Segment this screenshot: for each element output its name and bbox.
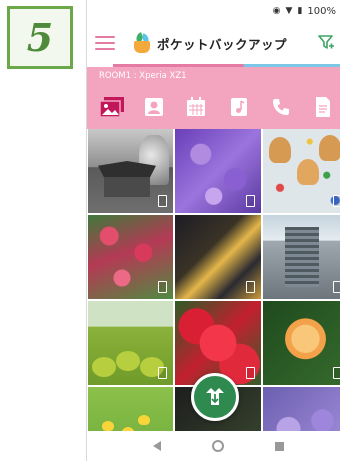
menu-icon[interactable] — [95, 36, 115, 50]
system-nav-bar — [87, 431, 340, 461]
app-logo-icon — [133, 32, 151, 53]
photo-tile[interactable] — [88, 215, 174, 299]
backup-fab[interactable] — [191, 373, 239, 421]
tab-calendar[interactable] — [181, 92, 211, 122]
photo-tile[interactable] — [88, 129, 174, 213]
tab-music[interactable] — [224, 92, 254, 122]
battery-text: 100% — [307, 5, 336, 17]
photo-icon — [99, 97, 125, 118]
photo-tile[interactable] — [175, 129, 261, 213]
backup-icon — [206, 388, 224, 405]
document-icon — [315, 97, 330, 117]
photo-tile[interactable] — [175, 215, 261, 299]
tab-contacts[interactable] — [139, 92, 169, 122]
tab-documents[interactable] — [308, 92, 338, 122]
phone-screen: ◉ ▼ ▮ 100% ポケットバックアップ ROOM1 : Xperia XZ1 — [86, 0, 340, 461]
select-checkbox[interactable] — [245, 367, 255, 379]
select-checkbox[interactable] — [245, 195, 255, 207]
recent-apps-icon[interactable] — [274, 441, 284, 451]
select-checkbox[interactable] — [333, 367, 340, 379]
step-number-badge: 5 — [7, 6, 73, 69]
contact-icon — [145, 98, 164, 116]
home-icon[interactable] — [211, 440, 224, 452]
music-icon — [230, 98, 247, 116]
battery-icon: ▮ — [297, 6, 303, 16]
app-bar: ポケットバックアップ — [87, 22, 340, 64]
step-number: 5 — [26, 14, 54, 60]
tab-photos[interactable] — [97, 92, 127, 122]
photo-tile[interactable] — [262, 129, 340, 213]
app-title: ポケットバックアップ — [157, 36, 288, 52]
select-checkbox[interactable] — [333, 195, 340, 207]
photo-tile[interactable] — [88, 301, 174, 385]
select-checkbox[interactable] — [158, 367, 168, 379]
room-label: ROOM1 : Xperia XZ1 — [99, 71, 187, 81]
photo-tile[interactable] — [262, 301, 340, 385]
select-checkbox[interactable] — [245, 281, 255, 293]
phone-icon — [272, 99, 289, 115]
select-checkbox[interactable] — [333, 281, 340, 293]
calendar-icon — [187, 97, 206, 116]
vibrate-icon: ◉ — [272, 6, 281, 16]
select-checkbox[interactable] — [158, 195, 168, 207]
photo-tile[interactable] — [262, 215, 340, 299]
category-bar: ROOM1 : Xperia XZ1 — [87, 67, 340, 129]
select-checkbox[interactable] — [158, 281, 168, 293]
category-tabs — [87, 91, 340, 123]
status-bar: ◉ ▼ ▮ 100% — [87, 0, 340, 22]
filter-icon[interactable] — [318, 35, 336, 51]
wifi-icon: ▼ — [285, 6, 293, 16]
tab-call-log[interactable] — [266, 92, 296, 122]
back-icon[interactable] — [152, 441, 161, 451]
